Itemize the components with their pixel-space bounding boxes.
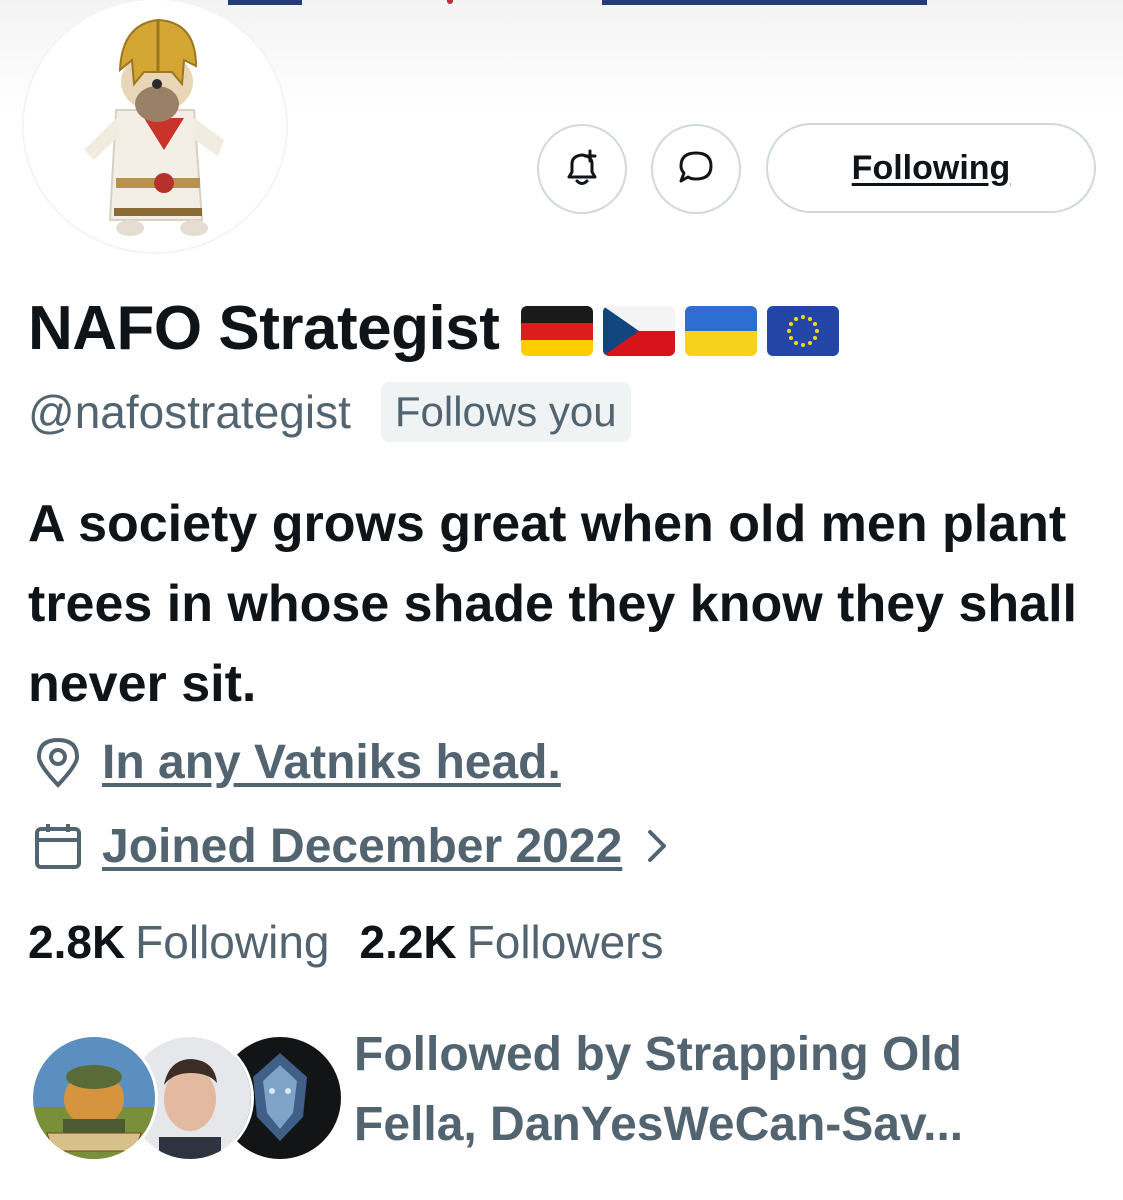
joined-date-link[interactable]: Joined December 2022 — [102, 819, 622, 874]
notify-button[interactable] — [537, 124, 627, 214]
chat-bubble-icon — [674, 145, 718, 194]
joined-row[interactable]: Joined December 2022 — [28, 816, 670, 876]
profile-bio: A society grows great when old men plant… — [28, 495, 1077, 713]
user-handle: @nafostrategist — [28, 386, 351, 438]
germany-flag-icon — [521, 306, 594, 356]
eu-flag-icon — [767, 306, 840, 356]
message-button[interactable] — [651, 124, 741, 214]
location-link[interactable]: In any Vatniks head. — [102, 735, 561, 790]
followers-label: Followers — [466, 916, 664, 968]
banner-decoration — [228, 0, 302, 5]
banner-decoration — [602, 0, 927, 5]
followers-count: 2.2K — [359, 916, 457, 968]
chevron-right-icon — [644, 826, 670, 866]
flag-emojis — [521, 306, 840, 356]
follow-stats: 2.8K Following 2.2K Followers — [28, 915, 663, 975]
followed-by-text[interactable]: Followed by Strapping Old Fella, DanYesW… — [354, 1020, 1094, 1160]
display-name-row: NAFO Strategist — [28, 286, 840, 370]
display-name: NAFO Strategist — [28, 293, 500, 363]
following-count: 2.8K — [28, 916, 126, 968]
avatar[interactable] — [30, 1034, 158, 1162]
followed-by-avatars[interactable] — [30, 1034, 344, 1162]
followers-stat[interactable]: 2.2K Followers — [359, 915, 663, 969]
location-row: In any Vatniks head. — [28, 732, 561, 792]
location-pin-icon — [28, 732, 88, 792]
handle-row: @nafostrategist Follows you — [28, 380, 631, 444]
bell-plus-icon — [560, 145, 604, 194]
calendar-icon — [28, 816, 88, 876]
following-button[interactable]: Following — [766, 123, 1096, 213]
follows-you-badge: Follows you — [380, 382, 631, 442]
ukraine-flag-icon — [685, 306, 758, 356]
profile-avatar[interactable] — [24, 0, 286, 252]
following-label: Following — [135, 916, 330, 968]
following-stat[interactable]: 2.8K Following — [28, 915, 329, 969]
banner-decoration — [447, 0, 453, 4]
czech-flag-icon — [603, 306, 676, 356]
